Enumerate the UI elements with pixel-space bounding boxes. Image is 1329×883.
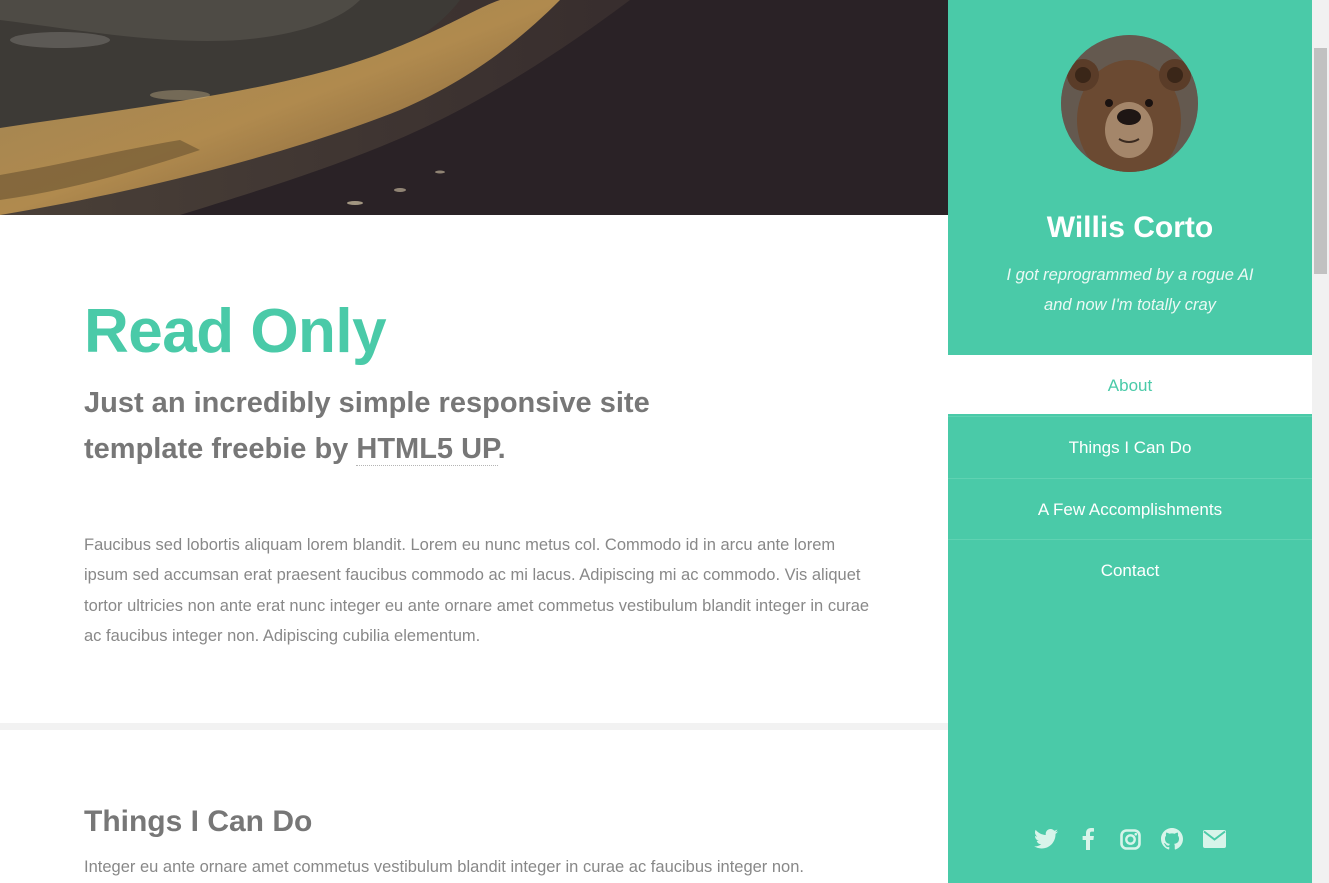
- nav-item-contact[interactable]: Contact: [948, 539, 1312, 601]
- intro-paragraph: Faucibus sed lobortis aliquam lorem blan…: [84, 536, 870, 645]
- sidebar-nav: About Things I Can Do A Few Accomplishme…: [948, 355, 1312, 601]
- header-banner-image: [0, 0, 948, 215]
- section-title: Things I Can Do: [84, 805, 313, 838]
- section-paragraph: Integer eu ante ornare amet commetus ves…: [84, 858, 804, 876]
- html5up-link[interactable]: HTML5 UP: [356, 433, 498, 466]
- scrollbar-thumb[interactable]: [1314, 48, 1327, 274]
- sidebar: Willis Corto I got reprogrammed by a rog…: [948, 0, 1312, 883]
- instagram-icon[interactable]: [1116, 824, 1144, 854]
- nav-item-things-i-can-do[interactable]: Things I Can Do: [948, 416, 1312, 478]
- twitter-icon[interactable]: [1032, 824, 1060, 854]
- nav-item-accomplishments[interactable]: A Few Accomplishments: [948, 477, 1312, 540]
- profile-bio: I got reprogrammed by a rogue AI and now…: [948, 260, 1312, 320]
- page-title: Read Only: [84, 297, 387, 366]
- main-content: Read Only Just an incredibly simple resp…: [0, 0, 948, 883]
- envelope-icon[interactable]: [1200, 824, 1228, 854]
- avatar: [1061, 35, 1198, 172]
- page-scrollbar[interactable]: [1312, 0, 1329, 883]
- tagline-period: .: [497, 433, 506, 465]
- github-icon[interactable]: [1158, 824, 1186, 854]
- profile-name: Willis Corto: [1046, 211, 1214, 244]
- bio-line: and now I'm totally cray: [1044, 296, 1216, 314]
- things-i-can-do-section: Things I Can Do Integer eu ante ornare a…: [84, 800, 884, 882]
- social-icons: [948, 824, 1312, 854]
- bio-line: I got reprogrammed by a rogue AI: [1006, 266, 1254, 284]
- intro-section: Read Only Just an incredibly simple resp…: [84, 290, 884, 645]
- nav-item-about[interactable]: About: [948, 355, 1312, 416]
- facebook-icon[interactable]: [1074, 824, 1102, 854]
- tagline: Just an incredibly simple responsive sit…: [84, 380, 664, 472]
- section-divider: [0, 723, 948, 730]
